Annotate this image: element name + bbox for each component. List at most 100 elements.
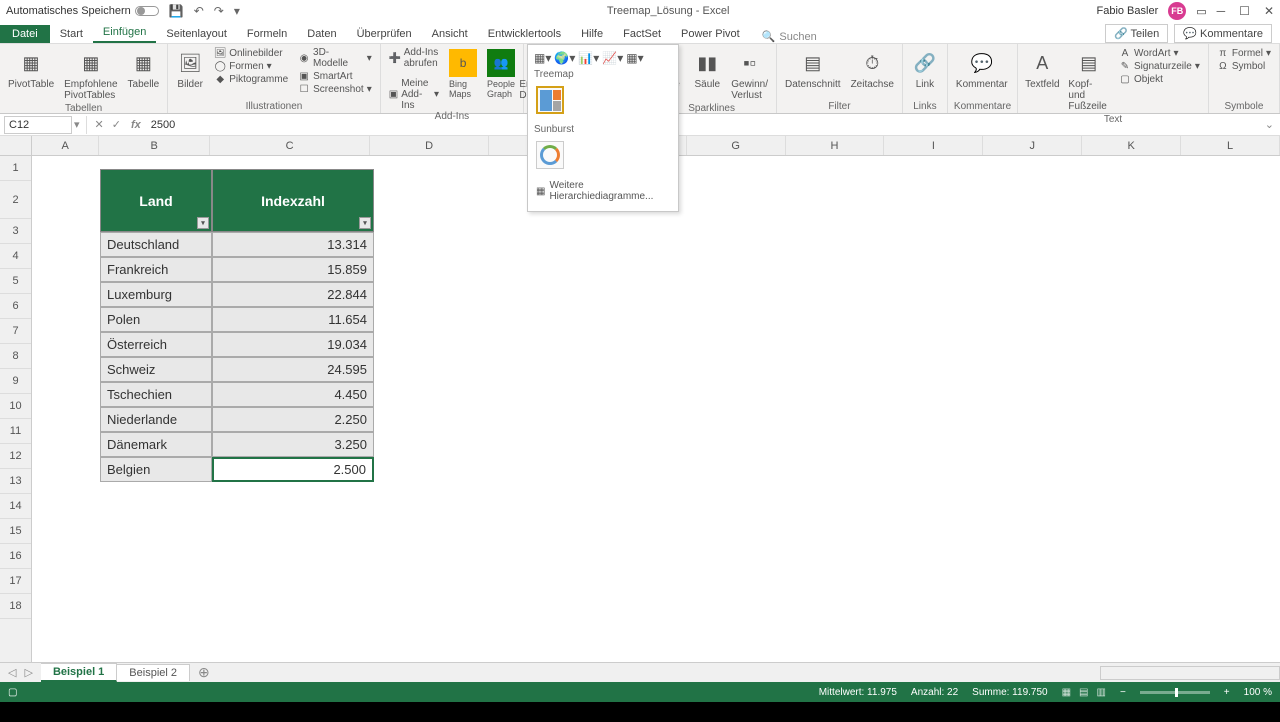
share-button[interactable]: 🔗 Teilen — [1105, 24, 1168, 43]
smartart-button[interactable]: ▣SmartArt — [296, 70, 374, 82]
cell-indexzahl[interactable]: 2.500 — [212, 457, 374, 482]
treemap-option[interactable] — [536, 86, 564, 114]
cell-indexzahl[interactable]: 11.654 — [212, 307, 374, 332]
row-header[interactable]: 12 — [0, 444, 31, 469]
onlinebilder-button[interactable]: 🖼Onlinebilder — [212, 47, 290, 59]
table-row[interactable]: Luxemburg22.844 — [100, 282, 374, 307]
horizontal-scrollbar[interactable] — [1100, 666, 1280, 680]
row-header[interactable]: 8 — [0, 344, 31, 369]
bing-maps-button[interactable]: bBing Maps — [447, 47, 479, 101]
worksheet-grid[interactable]: 123456789101112131415161718 ABCDEFGHIJKL… — [0, 136, 1280, 662]
tab-powerpivot[interactable]: Power Pivot — [671, 25, 750, 43]
tabelle-button[interactable]: ▦Tabelle — [126, 47, 162, 92]
meine-addins-button[interactable]: ▣Meine Add-Ins ▾ — [387, 78, 441, 111]
row-header[interactable]: 2 — [0, 181, 31, 219]
row-header[interactable]: 1 — [0, 156, 31, 181]
close-icon[interactable]: ✕ — [1264, 4, 1274, 18]
empf-pivottables-button[interactable]: ▦EmpfohlenePivotTables — [62, 47, 119, 103]
table-row[interactable]: Polen11.654 — [100, 307, 374, 332]
symbol-button[interactable]: ΩSymbol — [1215, 60, 1273, 72]
user-avatar[interactable]: FB — [1168, 2, 1186, 20]
row-header[interactable]: 18 — [0, 594, 31, 619]
row-header[interactable]: 7 — [0, 319, 31, 344]
sparkline-gewinn-button[interactable]: ▪▫Gewinn/Verlust — [729, 47, 770, 103]
cell-land[interactable]: Luxemburg — [100, 282, 212, 307]
sheet-nav-next-icon[interactable]: ▷ — [24, 666, 40, 679]
col-header[interactable]: C — [210, 136, 370, 155]
tab-factset[interactable]: FactSet — [613, 25, 671, 43]
tab-einfuegen[interactable]: Einfügen — [93, 23, 156, 43]
col-header[interactable]: D — [370, 136, 489, 155]
signatur-button[interactable]: ✎Signaturzeile ▾ — [1117, 60, 1202, 72]
name-box[interactable]: C12 — [4, 116, 72, 134]
formen-button[interactable]: ◯Formen ▾ — [212, 60, 290, 72]
textfeld-button[interactable]: ATextfeld — [1024, 47, 1060, 92]
table-row[interactable]: Österreich19.034 — [100, 332, 374, 357]
sparkline-saule-button[interactable]: ▮▮Säule — [691, 47, 723, 92]
search-label[interactable]: Suchen — [779, 31, 816, 43]
view-pagelayout-icon[interactable]: ▤ — [1079, 687, 1088, 698]
more-hierarchy-charts[interactable]: ▦Weitere Hierarchiediagramme... — [534, 177, 672, 205]
tab-start[interactable]: Start — [50, 25, 93, 43]
undo-icon[interactable]: ↶ — [194, 4, 204, 18]
cell-indexzahl[interactable]: 2.250 — [212, 407, 374, 432]
col-header[interactable]: G — [687, 136, 786, 155]
datenschnitt-button[interactable]: ▤Datenschnitt — [783, 47, 843, 92]
row-header[interactable]: 13 — [0, 469, 31, 494]
tab-ueberpruefen[interactable]: Überprüfen — [347, 25, 422, 43]
zoom-level[interactable]: 100 % — [1244, 687, 1272, 698]
3dmodelle-button[interactable]: ◉3D-Modelle ▾ — [296, 47, 374, 69]
col-header[interactable]: L — [1181, 136, 1280, 155]
row-header[interactable]: 6 — [0, 294, 31, 319]
col-header[interactable]: K — [1082, 136, 1181, 155]
zoom-in-icon[interactable]: + — [1224, 687, 1230, 698]
formula-cancel-icon[interactable]: ✕ — [91, 118, 108, 131]
ribbon-display-icon[interactable]: ▭ — [1196, 5, 1206, 18]
chart-pivot-icon[interactable]: ▦▾ — [626, 51, 643, 65]
pivottable-button[interactable]: ▦PivotTable — [6, 47, 56, 92]
save-icon[interactable]: 💾 — [169, 4, 184, 18]
table-header-land[interactable]: Land ▾ — [100, 169, 212, 232]
cell-indexzahl[interactable]: 24.595 — [212, 357, 374, 382]
row-header[interactable]: 17 — [0, 569, 31, 594]
view-normal-icon[interactable]: ▦ — [1062, 687, 1071, 698]
kopf-fuss-button[interactable]: ▤Kopf- undFußzeile — [1066, 47, 1111, 114]
zoom-out-icon[interactable]: − — [1120, 687, 1126, 698]
tab-ansicht[interactable]: Ansicht — [422, 25, 478, 43]
row-header[interactable]: 9 — [0, 369, 31, 394]
bilder-button[interactable]: 🖼Bilder — [174, 47, 206, 92]
chart-hierarchy-icon[interactable]: ▦▾ — [534, 51, 551, 65]
tab-formeln[interactable]: Formeln — [237, 25, 297, 43]
kommentar-button[interactable]: 💬Kommentar — [954, 47, 1010, 92]
formel-button[interactable]: πFormel ▾ — [1215, 47, 1273, 59]
addins-abrufen-button[interactable]: ➕Add-Ins abrufen — [387, 47, 441, 69]
formula-enter-icon[interactable]: ✓ — [108, 118, 125, 131]
row-header[interactable]: 11 — [0, 419, 31, 444]
table-row[interactable]: Tschechien4.450 — [100, 382, 374, 407]
chart-map-icon[interactable]: 🌍▾ — [554, 51, 575, 65]
table-row[interactable]: Schweiz24.595 — [100, 357, 374, 382]
screenshot-button[interactable]: ☐Screenshot ▾ — [296, 83, 374, 95]
cell-indexzahl[interactable]: 4.450 — [212, 382, 374, 407]
link-button[interactable]: 🔗Link — [909, 47, 941, 92]
minimize-icon[interactable]: ─ — [1217, 4, 1226, 18]
col-header[interactable]: A — [32, 136, 99, 155]
col-header[interactable]: J — [983, 136, 1082, 155]
tab-entwicklertools[interactable]: Entwicklertools — [478, 25, 571, 43]
row-header[interactable]: 3 — [0, 219, 31, 244]
comments-button[interactable]: 💬 Kommentare — [1174, 24, 1272, 43]
zoom-slider[interactable] — [1140, 691, 1210, 694]
cell-land[interactable]: Polen — [100, 307, 212, 332]
cell-land[interactable]: Niederlande — [100, 407, 212, 432]
cell-indexzahl[interactable]: 22.844 — [212, 282, 374, 307]
objekt-button[interactable]: ▢Objekt — [1117, 73, 1202, 85]
sheet-tab-beispiel2[interactable]: Beispiel 2 — [117, 664, 190, 681]
sunburst-option[interactable] — [536, 141, 564, 169]
maximize-icon[interactable]: ☐ — [1239, 4, 1250, 18]
cell-indexzahl[interactable]: 3.250 — [212, 432, 374, 457]
fx-icon[interactable]: fx — [125, 119, 147, 131]
view-pagebreak-icon[interactable]: ▥ — [1097, 687, 1106, 698]
table-row[interactable]: Niederlande2.250 — [100, 407, 374, 432]
record-macro-icon[interactable]: ▢ — [8, 687, 17, 698]
cell-indexzahl[interactable]: 19.034 — [212, 332, 374, 357]
